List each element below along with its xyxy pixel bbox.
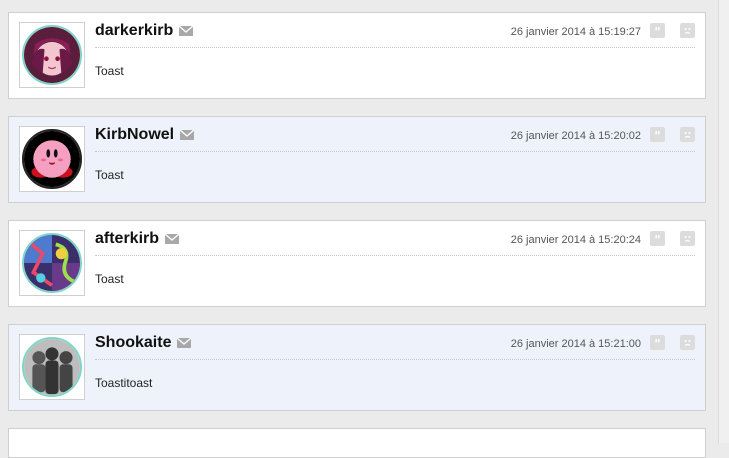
forum-post: Shookaite 26 janvier 2014 à 15:21:00 " T… [8,324,706,411]
avatar-frame[interactable] [19,126,85,192]
avatar-image [24,339,80,395]
avatar-frame[interactable] [19,22,85,88]
svg-text:": " [654,25,660,36]
avatar-image [24,235,80,291]
envelope-icon[interactable] [177,338,192,348]
report-face-icon [684,132,691,138]
forum-post: darkerkirb 26 janvier 2014 à 15:19:27 " … [8,12,706,99]
quote-button[interactable]: " [650,23,665,38]
avatar [22,233,82,293]
quote-icon: " [654,337,660,348]
envelope-icon[interactable] [179,26,194,36]
avatar-image [24,27,80,83]
svg-text:": " [654,129,660,140]
post-content: Toastitoast [95,376,153,390]
post-author: afterkirb [95,230,180,248]
post-date: 26 janvier 2014 à 15:19:27 [510,26,641,38]
post-divider [95,359,695,360]
report-face-icon [684,340,691,346]
post-divider [95,47,695,48]
svg-text:": " [654,233,660,244]
post-divider [95,151,695,152]
username-link[interactable]: KirbNowel [95,126,174,144]
username-link[interactable]: afterkirb [95,230,159,248]
post-date: 26 janvier 2014 à 15:20:24 [510,234,641,246]
forum-post-partial [8,428,706,458]
quote-icon: " [654,129,660,140]
post-content: Toast [95,272,124,286]
avatar [22,337,82,397]
post-content: Toast [95,64,124,78]
post-content: Toast [95,168,124,182]
svg-text:": " [654,337,660,348]
scrollbar[interactable] [718,0,729,443]
report-face-icon [684,236,691,242]
quote-button[interactable]: " [650,335,665,350]
avatar-image [24,131,80,187]
avatar-frame[interactable] [19,334,85,400]
username-link[interactable]: darkerkirb [95,22,173,40]
report-button[interactable] [680,231,695,246]
avatar [22,25,82,85]
post-divider [95,255,695,256]
post-author: darkerkirb [95,22,194,40]
avatar [22,129,82,189]
report-button[interactable] [680,335,695,350]
envelope-icon[interactable] [165,234,180,244]
avatar-frame[interactable] [19,230,85,296]
envelope-icon[interactable] [180,130,195,140]
quote-icon: " [654,25,660,36]
quote-button[interactable]: " [650,231,665,246]
report-button[interactable] [680,23,695,38]
username-link[interactable]: Shookaite [95,334,171,352]
forum-post: KirbNowel 26 janvier 2014 à 15:20:02 " T… [8,116,706,203]
report-face-icon [684,28,691,34]
quote-icon: " [654,233,660,244]
report-button[interactable] [680,127,695,142]
forum-post: afterkirb 26 janvier 2014 à 15:20:24 " T… [8,220,706,307]
post-author: Shookaite [95,334,192,352]
quote-button[interactable]: " [650,127,665,142]
post-author: KirbNowel [95,126,195,144]
post-date: 26 janvier 2014 à 15:20:02 [510,130,641,142]
post-date: 26 janvier 2014 à 15:21:00 [510,338,641,350]
